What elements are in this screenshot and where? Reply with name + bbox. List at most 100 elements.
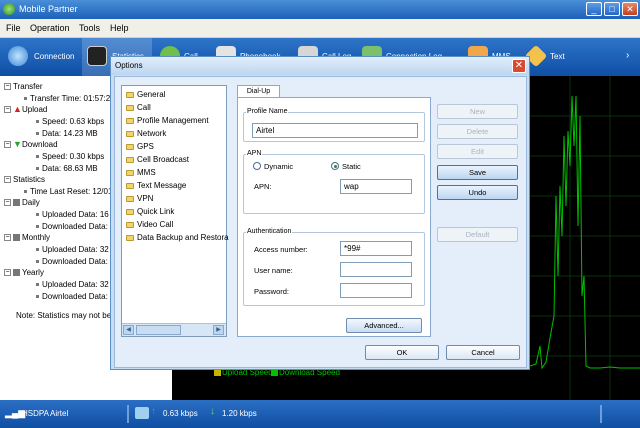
folder-icon bbox=[126, 104, 134, 111]
advanced-button[interactable]: Advanced... bbox=[346, 318, 422, 333]
password-label: Password: bbox=[254, 287, 290, 296]
default-button[interactable]: Default bbox=[437, 227, 518, 242]
dial-up-panel: Profile Name Airtel APN Dynamic Static A… bbox=[237, 97, 431, 337]
chart-icon bbox=[13, 234, 20, 242]
close-button[interactable]: ✕ bbox=[622, 2, 638, 16]
chart-icon bbox=[13, 269, 20, 277]
undo-button[interactable]: Undo bbox=[437, 185, 518, 200]
menu-tools[interactable]: Tools bbox=[79, 23, 100, 33]
tree-transfer-time: Transfer Time: 01:57:2 bbox=[24, 93, 110, 104]
tree-yearly-uploaded: Uploaded Data: 32 bbox=[36, 279, 109, 290]
user-name-field[interactable] bbox=[340, 262, 412, 277]
folder-icon bbox=[126, 91, 134, 98]
network-type: HSDPA bbox=[22, 409, 49, 418]
minimize-button[interactable]: _ bbox=[586, 2, 602, 16]
tab-dial-up[interactable]: Dial-Up bbox=[237, 85, 280, 97]
apn-label: APN: bbox=[254, 182, 272, 191]
tree-statistics[interactable]: − Statistics bbox=[4, 174, 45, 185]
status-divider bbox=[600, 405, 602, 423]
scrollbar-thumb[interactable] bbox=[136, 325, 181, 335]
new-button[interactable]: New bbox=[437, 104, 518, 119]
tree-yearly-downloaded: Downloaded Data: bbox=[36, 291, 108, 302]
delete-button[interactable]: Delete bbox=[437, 124, 518, 139]
authentication-label: Authentication bbox=[246, 228, 293, 236]
upload-arrow-icon: ↑ bbox=[151, 406, 156, 417]
graph-legend: Upload Speed Download Speed bbox=[172, 368, 530, 400]
category-mms[interactable]: MMS bbox=[126, 168, 156, 178]
download-arrow-icon: ↓ bbox=[210, 406, 215, 417]
category-cell-broadcast[interactable]: Cell Broadcast bbox=[126, 155, 189, 165]
dialog-title-bar: Options ✕ bbox=[111, 57, 529, 75]
access-number-label: Access number: bbox=[254, 245, 308, 254]
tree-download[interactable]: − ▼Download bbox=[4, 139, 58, 150]
tree-upload[interactable]: − ▲Upload bbox=[4, 104, 47, 115]
static-radio[interactable] bbox=[331, 162, 339, 170]
apn-field[interactable]: wap bbox=[340, 179, 412, 194]
menu-file[interactable]: File bbox=[6, 23, 21, 33]
tree-time-last-reset: Time Last Reset: 12/01 bbox=[24, 186, 112, 197]
computer-icon bbox=[135, 407, 149, 419]
tree-monthly[interactable]: − Monthly bbox=[4, 232, 50, 243]
app-logo-icon bbox=[3, 3, 15, 15]
category-text-message[interactable]: Text Message bbox=[126, 181, 186, 191]
folder-icon bbox=[126, 130, 134, 137]
ok-button[interactable]: OK bbox=[365, 345, 439, 360]
window-title: Mobile Partner bbox=[19, 4, 78, 14]
collapse-icon[interactable]: − bbox=[4, 141, 11, 149]
folder-icon bbox=[126, 169, 134, 176]
tree-yearly[interactable]: − Yearly bbox=[4, 267, 44, 278]
category-call[interactable]: Call bbox=[126, 103, 151, 113]
profile-name-label: Profile Name bbox=[246, 108, 289, 116]
download-arrow-icon: ▼ bbox=[13, 139, 22, 150]
category-vpn[interactable]: VPN bbox=[126, 194, 153, 204]
tab-text[interactable]: Text bbox=[524, 38, 584, 76]
password-field[interactable] bbox=[340, 283, 412, 298]
folder-icon bbox=[126, 117, 134, 124]
menu-help[interactable]: Help bbox=[110, 23, 129, 33]
category-network[interactable]: Network bbox=[126, 129, 166, 139]
menu-operation[interactable]: Operation bbox=[30, 23, 70, 33]
statistics-note: Note: Statistics may not be bbox=[16, 311, 112, 320]
collapse-icon[interactable]: − bbox=[4, 234, 11, 242]
dialog-close-button[interactable]: ✕ bbox=[512, 59, 526, 73]
dynamic-radio[interactable] bbox=[253, 162, 261, 170]
collapse-icon[interactable]: − bbox=[4, 83, 11, 91]
access-number-field[interactable]: *99# bbox=[340, 241, 412, 256]
scroll-right-icon[interactable]: ▶ bbox=[213, 325, 224, 335]
collapse-icon[interactable]: − bbox=[4, 199, 11, 207]
category-horizontal-scrollbar[interactable]: ◀ ▶ bbox=[122, 323, 226, 336]
category-general[interactable]: General bbox=[126, 90, 165, 100]
tree-transfer[interactable]: − Transfer bbox=[4, 81, 43, 92]
speed-graph-plot bbox=[529, 76, 640, 400]
collapse-icon[interactable]: − bbox=[4, 269, 11, 277]
toolbar-more-icon[interactable]: › bbox=[626, 50, 629, 61]
tree-daily[interactable]: − Daily bbox=[4, 197, 40, 208]
category-data-backup[interactable]: Data Backup and Restora bbox=[126, 233, 229, 243]
static-label: Static bbox=[342, 162, 361, 171]
tab-connection[interactable]: Connection bbox=[4, 38, 80, 76]
category-list[interactable]: General Call Profile Management Network … bbox=[121, 85, 229, 337]
cancel-button[interactable]: Cancel bbox=[446, 345, 520, 360]
chart-icon bbox=[13, 199, 20, 207]
folder-icon bbox=[126, 234, 134, 241]
profile-name-field[interactable]: Airtel bbox=[252, 123, 418, 138]
save-button[interactable]: Save bbox=[437, 165, 518, 180]
status-upload-speed: 0.63 kbps bbox=[163, 409, 198, 418]
menu-bar: File Operation Tools Help bbox=[0, 19, 640, 38]
tree-monthly-uploaded: Uploaded Data: 32 bbox=[36, 244, 109, 255]
collapse-icon[interactable]: − bbox=[4, 176, 11, 184]
category-quick-link[interactable]: Quick Link bbox=[126, 207, 174, 217]
folder-icon bbox=[126, 156, 134, 163]
dynamic-label: Dynamic bbox=[264, 162, 294, 171]
scroll-left-icon[interactable]: ◀ bbox=[123, 325, 134, 335]
tree-monthly-downloaded: Downloaded Data: bbox=[36, 256, 108, 267]
folder-icon bbox=[126, 143, 134, 150]
category-profile-management[interactable]: Profile Management bbox=[126, 116, 209, 126]
tree-daily-downloaded: Downloaded Data: bbox=[36, 221, 108, 232]
edit-button[interactable]: Edit bbox=[437, 144, 518, 159]
upload-legend-swatch bbox=[214, 369, 221, 376]
category-video-call[interactable]: Video Call bbox=[126, 220, 173, 230]
collapse-icon[interactable]: − bbox=[4, 106, 11, 114]
maximize-button[interactable]: □ bbox=[604, 2, 620, 16]
category-gps[interactable]: GPS bbox=[126, 142, 154, 152]
